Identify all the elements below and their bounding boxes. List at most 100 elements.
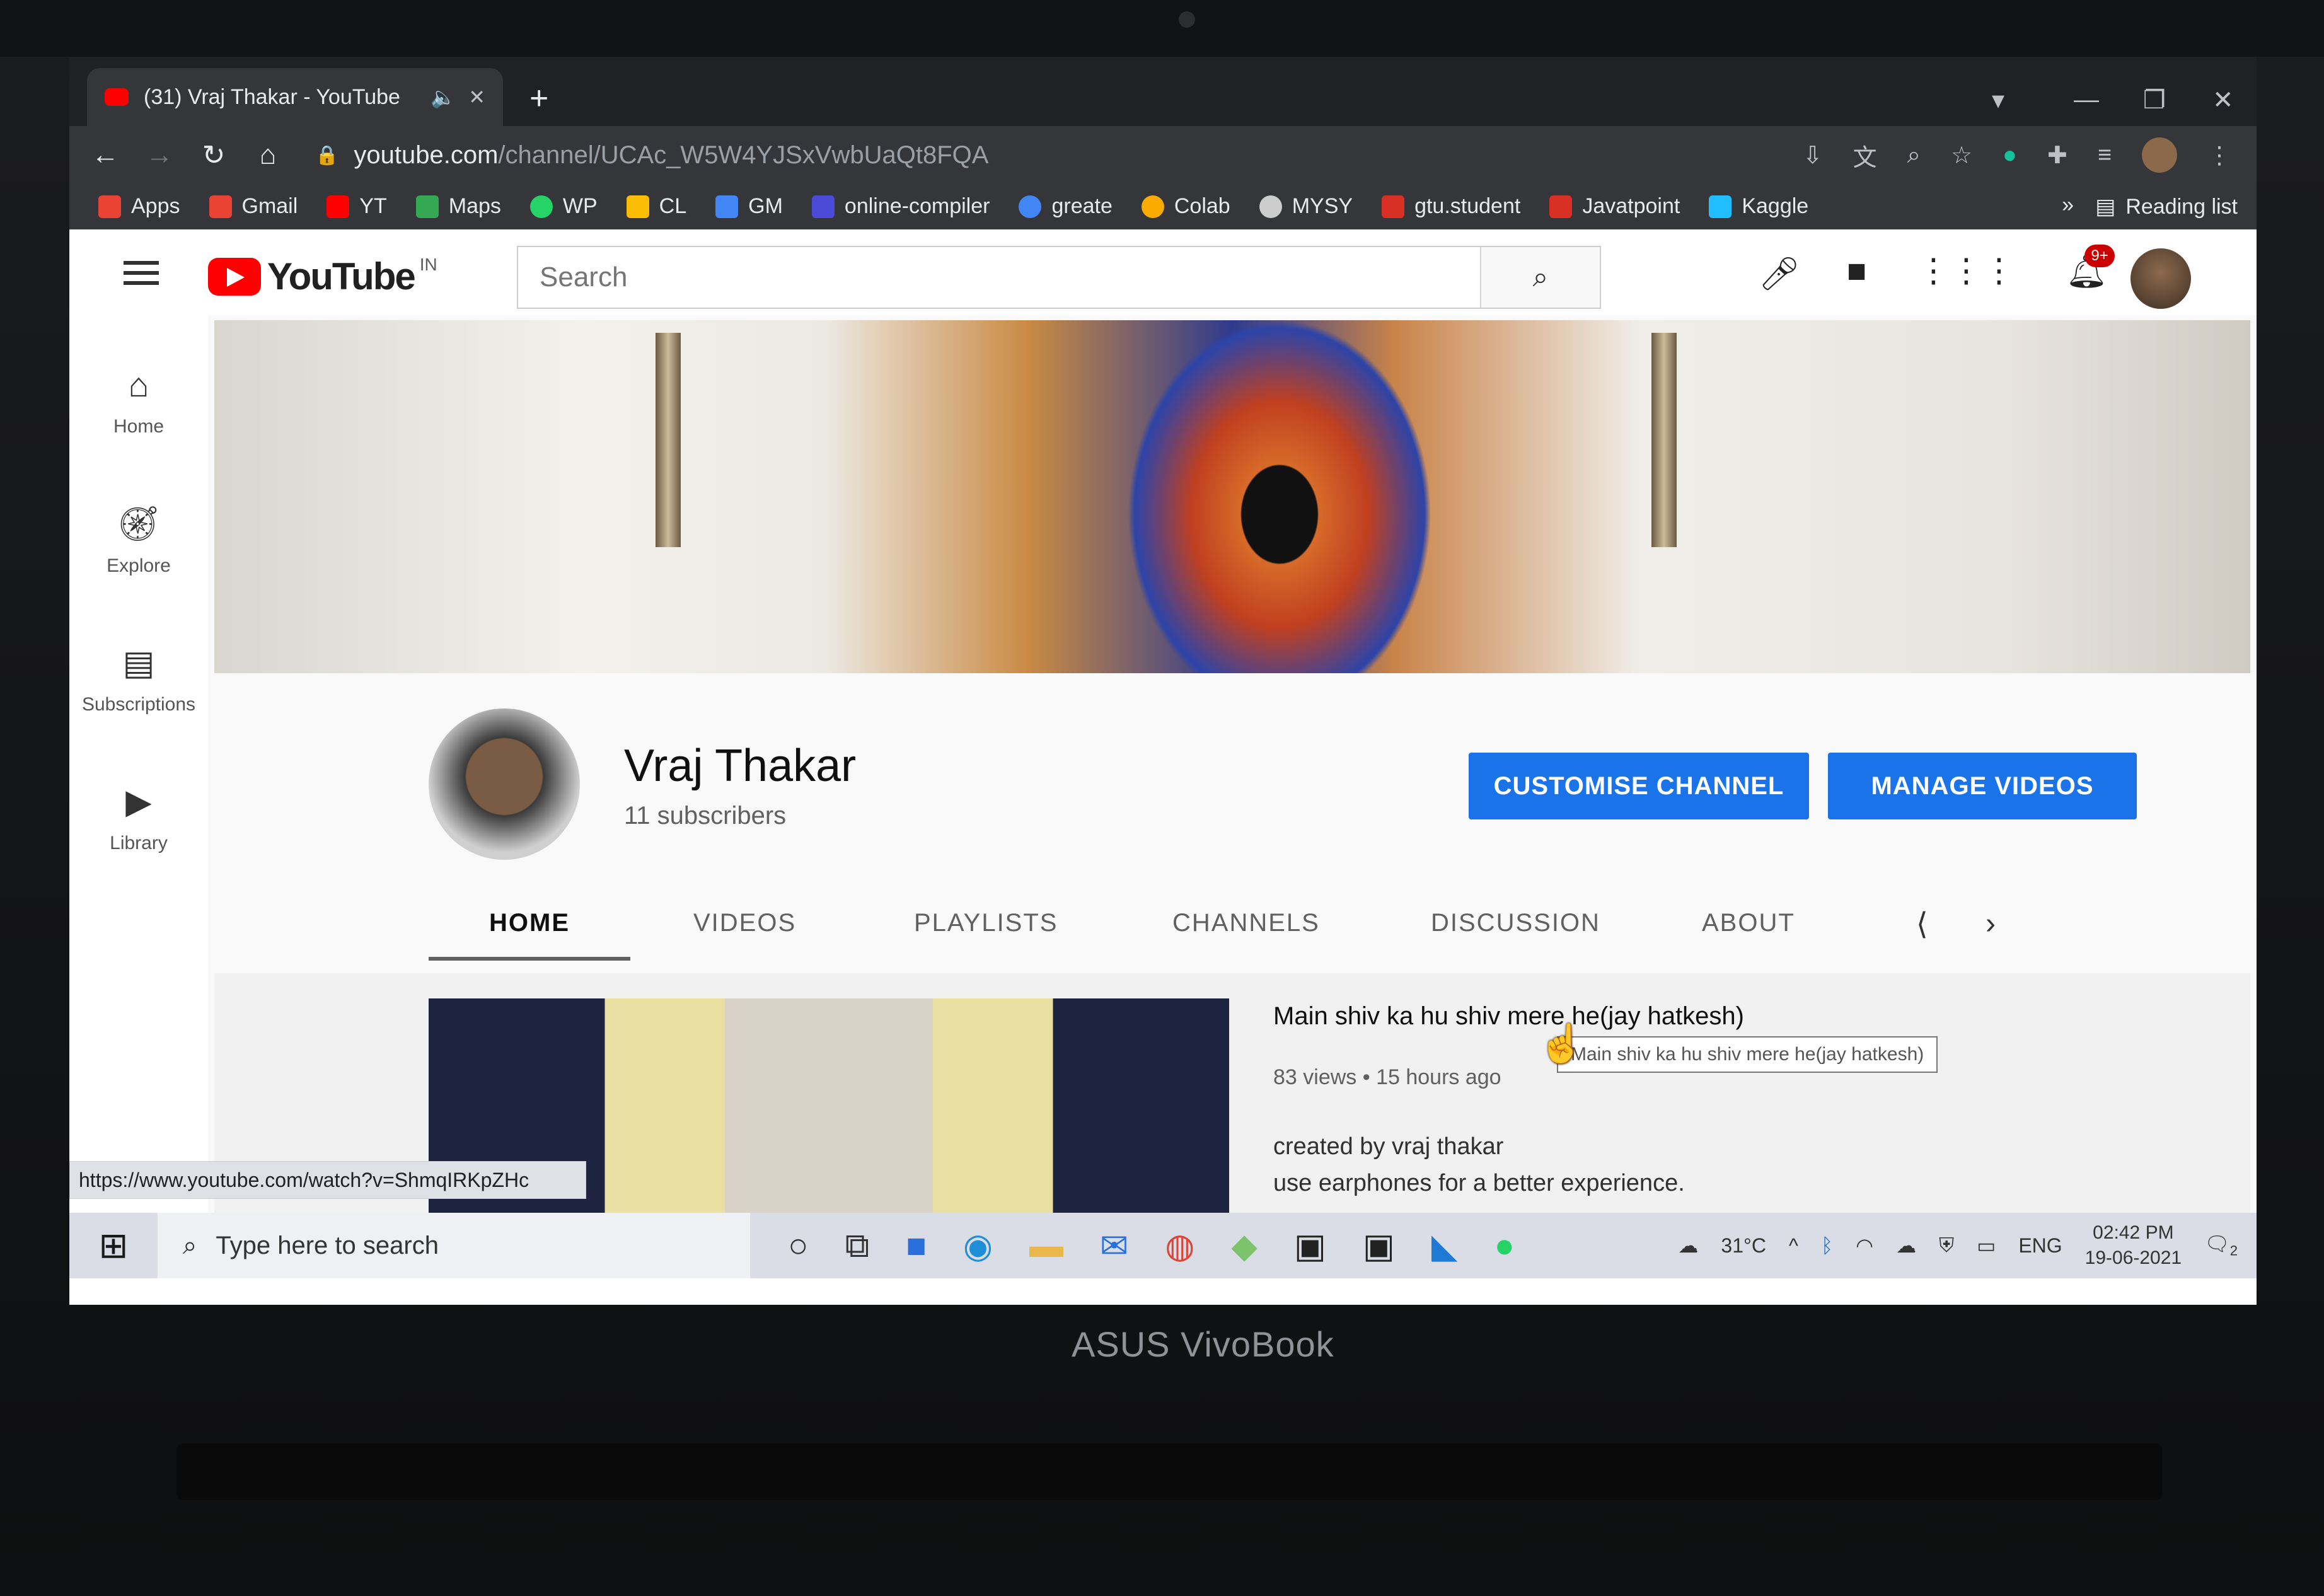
bookmark-maps[interactable]: Maps [415, 194, 501, 219]
menu-icon[interactable]: ⋮ [2207, 141, 2231, 170]
more-bookmarks-icon[interactable]: » [2062, 193, 2074, 217]
media-control-icon[interactable]: ≡ [2098, 142, 2112, 169]
tab-search-icon[interactable]: ▾ [1992, 86, 2004, 115]
close-window-icon[interactable]: ✕ [2212, 86, 2234, 115]
whatsapp-icon[interactable]: ● [1494, 1226, 1515, 1266]
reading-list-button[interactable]: ▤ Reading list [2095, 194, 2238, 219]
chevron-right-icon[interactable]: › [1986, 906, 1996, 941]
app-icon-diamond[interactable]: ◆ [1231, 1226, 1257, 1266]
cortana-icon[interactable]: ○ [788, 1226, 809, 1266]
minimize-icon[interactable]: — [2074, 86, 2099, 114]
forward-icon[interactable]: → [132, 139, 187, 171]
youtube-icon [327, 195, 350, 218]
youtube-logo[interactable]: YouTube IN [208, 255, 437, 298]
tab-playlists[interactable]: PLAYLISTS [914, 909, 1058, 937]
tab-about[interactable]: ABOUT [1702, 909, 1795, 937]
install-icon[interactable]: ⇩ [1803, 141, 1823, 170]
grammarly-icon[interactable]: ● [2003, 142, 2017, 169]
sidebar-item-home[interactable]: ⌂ Home [69, 366, 208, 437]
profile-avatar[interactable] [2142, 137, 2177, 173]
app-icon-blue[interactable]: ■ [906, 1226, 927, 1266]
clock[interactable]: 02:42 PM 19-06-2021 [2085, 1220, 2182, 1271]
bookmark-greate[interactable]: greate [1019, 194, 1113, 219]
create-video-icon[interactable]: ■ [1847, 252, 1866, 291]
google-icon [1019, 195, 1042, 218]
home-icon: ⌂ [128, 366, 149, 404]
channel-avatar[interactable] [429, 708, 580, 860]
bookmark-mysy[interactable]: MYSY [1259, 194, 1353, 219]
tab-channels[interactable]: CHANNELS [1172, 909, 1320, 937]
chevron-up-icon[interactable]: ^ [1789, 1234, 1798, 1258]
chrome-icon[interactable]: ◍ [1165, 1226, 1194, 1266]
bookmark-wp[interactable]: WP [529, 194, 598, 219]
laptop-hinge [176, 1443, 2162, 1500]
close-tab-icon[interactable]: ✕ [468, 85, 485, 109]
bookmark-yt[interactable]: YT [327, 194, 387, 219]
globe-icon [1259, 195, 1282, 218]
video-title[interactable]: Main shiv ka hu shiv mere he(jay hatkesh… [1273, 1002, 1744, 1031]
weather-icon[interactable]: ☁ [1678, 1234, 1698, 1258]
language-indicator[interactable]: ENG [2018, 1234, 2062, 1258]
bluetooth-icon[interactable]: ᛒ [1821, 1234, 1833, 1258]
hamburger-menu-icon[interactable] [124, 255, 159, 291]
task-view-icon[interactable]: ⧉ [845, 1226, 870, 1266]
tab-videos[interactable]: VIDEOS [693, 909, 796, 937]
bookmark-colab[interactable]: Colab [1141, 194, 1230, 219]
taskbar-pinned-apps: ○ ⧉ ■ ◉ ▬ ✉ ◍ ◆ ▣ ▣ ◣ ● [788, 1226, 1515, 1266]
account-avatar[interactable] [2130, 248, 2191, 309]
pycharm-icon[interactable]: ▣ [1363, 1226, 1395, 1266]
mail-icon[interactable]: ✉ [1100, 1226, 1128, 1266]
extensions-icon[interactable]: ✚ [2047, 141, 2067, 170]
taskbar-search[interactable]: ⌕ Type here to search [158, 1213, 750, 1278]
sidebar-item-library[interactable]: ▶ Library [69, 782, 208, 854]
apps-grid-icon[interactable]: ⋮⋮⋮ [1917, 252, 2015, 291]
search-input[interactable] [518, 247, 1480, 308]
sidebar-item-explore[interactable]: 🧭︎ Explore [69, 504, 208, 577]
tab-home[interactable]: HOME [489, 909, 570, 937]
battery-icon[interactable]: ▭ [1977, 1234, 1996, 1258]
mute-tab-icon[interactable]: 🔈 [431, 85, 456, 109]
windows-start-icon[interactable]: ⊞ [69, 1225, 158, 1266]
bookmark-cl[interactable]: CL [626, 194, 686, 219]
manage-videos-button[interactable]: MANAGE VIDEOS [1828, 753, 2137, 819]
security-icon[interactable]: ⛨ [1939, 1234, 1954, 1258]
customise-channel-button[interactable]: CUSTOMISE CHANNEL [1469, 753, 1809, 819]
bookmark-javatpoint[interactable]: Javatpoint [1549, 194, 1680, 219]
bookmark-online-compiler[interactable]: online-compiler [811, 194, 990, 219]
browser-tab[interactable]: (31) Vraj Thakar - YouTube 🔈 ✕ [87, 68, 503, 126]
search-button[interactable]: ⌕ [1480, 247, 1600, 308]
microphone-icon[interactable]: 🎤︎ [1759, 255, 1800, 293]
zoom-icon[interactable]: ⌕ [1907, 142, 1921, 169]
restore-icon[interactable]: ❐ [2143, 86, 2166, 115]
sidebar-item-subscriptions[interactable]: ▤ Subscriptions [69, 643, 208, 715]
file-explorer-icon[interactable]: ▬ [1029, 1226, 1063, 1266]
bookmark-gm[interactable]: GM [715, 194, 783, 219]
home-browser-icon[interactable]: ⌂ [241, 139, 295, 171]
video-meta: 83 views • 15 hours ago [1273, 1065, 1501, 1089]
new-tab-button[interactable]: + [529, 79, 548, 117]
vscode-icon[interactable]: ◣ [1431, 1226, 1458, 1266]
youtube-favicon-icon [105, 88, 129, 106]
kaggle-icon [1709, 195, 1732, 218]
back-icon[interactable]: ← [78, 139, 132, 171]
edge-icon[interactable]: ◉ [963, 1226, 993, 1266]
bookmark-gmail[interactable]: Gmail [209, 194, 298, 219]
browser-toolbar: ← → ↻ ⌂ 🔒 youtube.com /channel/UCAc_W5W4… [69, 126, 2257, 184]
bookmark-gtu-student[interactable]: gtu.student [1382, 194, 1520, 219]
search-channel-icon[interactable]: ⟨ [1916, 906, 1928, 942]
intellij-icon[interactable]: ▣ [1294, 1226, 1326, 1266]
temperature[interactable]: 31°C [1721, 1234, 1766, 1258]
search-icon: ⌕ [183, 1231, 197, 1259]
tab-discussion[interactable]: DISCUSSION [1431, 909, 1600, 937]
onedrive-icon[interactable]: ☁ [1896, 1234, 1916, 1258]
bookmark-star-icon[interactable]: ☆ [1951, 141, 1972, 170]
reload-icon[interactable]: ↻ [187, 139, 241, 171]
meet-icon [715, 195, 739, 218]
notification-center-icon[interactable]: 🗨︎2 [2204, 1232, 2238, 1259]
bookmark-kaggle[interactable]: Kaggle [1709, 194, 1808, 219]
address-bar[interactable]: 🔒 youtube.com /channel/UCAc_W5W4YJSxVwbU… [315, 126, 988, 184]
notifications-button[interactable]: 🔔︎ 9+ [2066, 245, 2115, 291]
bookmark-apps[interactable]: Apps [98, 194, 180, 219]
translate-icon[interactable]: 文 [1853, 138, 1877, 173]
wifi-icon[interactable]: ◠ [1856, 1234, 1873, 1258]
